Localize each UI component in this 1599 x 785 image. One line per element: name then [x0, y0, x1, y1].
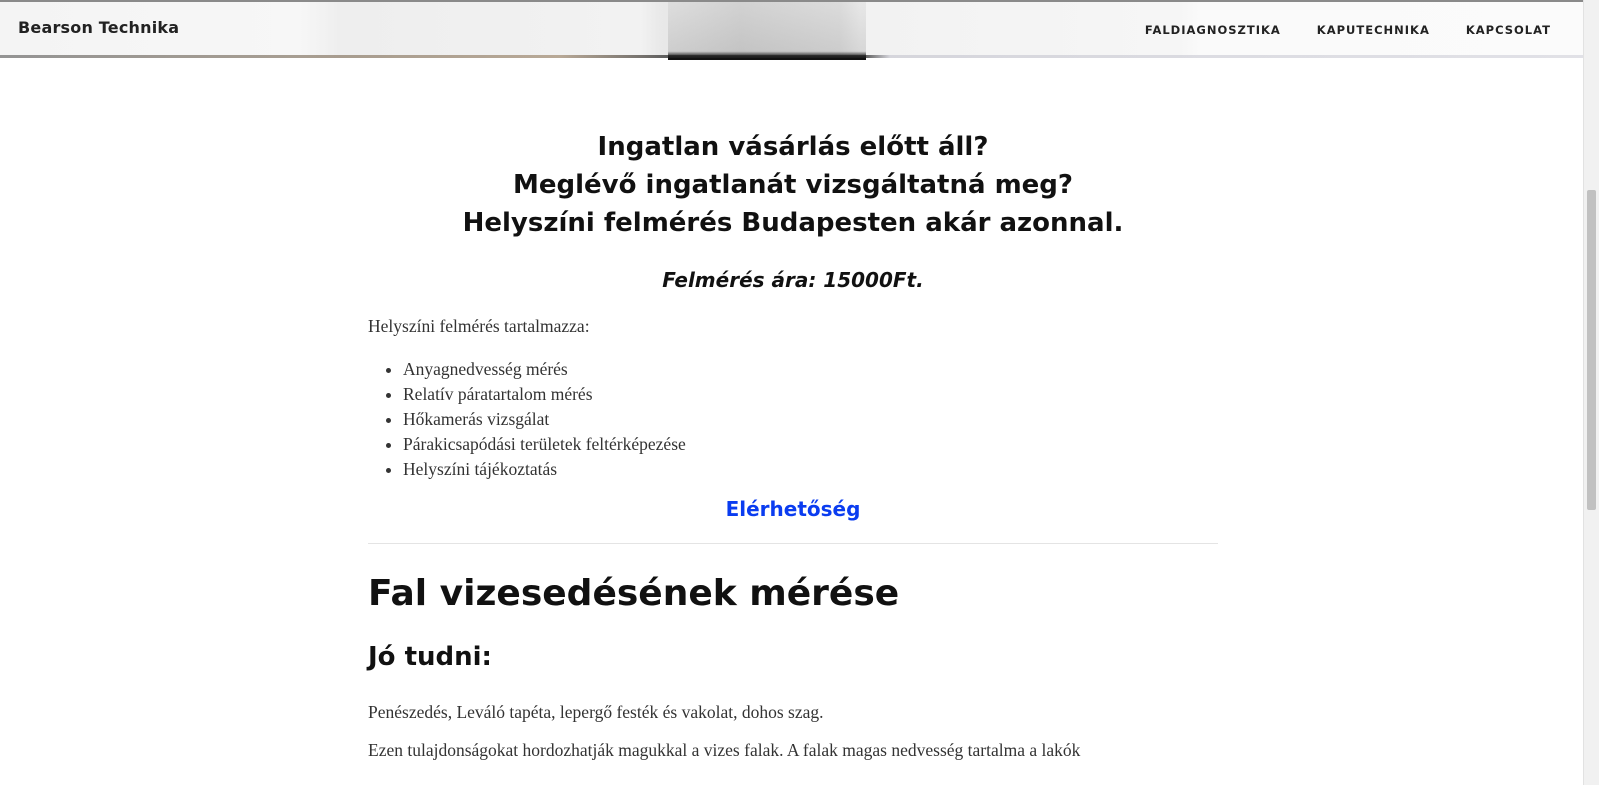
brand-logo-link[interactable]: Bearson Technika	[18, 18, 179, 37]
section-title: Fal vizesedésének mérése	[368, 573, 900, 614]
includes-label: Helyszíni felmérés tartalmazza:	[368, 316, 590, 336]
vertical-scrollbar[interactable]	[1583, 0, 1599, 785]
list-item: Helyszíni tájékoztatás	[403, 457, 1218, 482]
list-item: Hőkamerás vizsgálat	[403, 407, 1218, 432]
services-list: Anyagnedvesség mérés Relatív páratartalo…	[368, 357, 1218, 482]
intro-heading: Ingatlan vásárlás előtt áll? Meglévő ing…	[368, 128, 1218, 242]
list-item: Relatív páratartalom mérés	[403, 382, 1218, 407]
section-divider	[368, 543, 1218, 544]
body-paragraph: Ezen tulajdonságokat hordozhatják magukk…	[368, 740, 1081, 760]
list-item: Anyagnedvesség mérés	[403, 357, 1218, 382]
nav-link-kapcsolat[interactable]: KAPCSOLAT	[1466, 23, 1551, 37]
scrollbar-thumb[interactable]	[1587, 190, 1596, 510]
nav-link-kaputechnika[interactable]: KAPUTECHNIKA	[1317, 23, 1430, 37]
hero-image-strip	[668, 2, 866, 60]
price-text: Felmérés ára: 15000Ft.	[662, 268, 924, 292]
contact-link-wrapper: Elérhetőség	[368, 497, 1218, 521]
main-content: Ingatlan vásárlás előtt áll? Meglévő ing…	[368, 58, 1218, 763]
subsection-title: Jó tudni:	[368, 642, 492, 672]
intro-heading-line-3: Helyszíni felmérés Budapesten akár azonn…	[462, 208, 1124, 238]
contact-link[interactable]: Elérhetőség	[726, 497, 861, 521]
list-item: Párakicsapódási területek feltérképezése	[403, 432, 1218, 457]
nav-link-faldiagnosztika[interactable]: FALDIAGNOSZTIKA	[1145, 23, 1281, 37]
main-nav: FALDIAGNOSZTIKA KAPUTECHNIKA KAPCSOLAT	[1145, 23, 1551, 37]
page: Bearson Technika FALDIAGNOSZTIKA KAPUTEC…	[0, 0, 1599, 785]
intro-heading-line-2: Meglévő ingatlanát vizsgáltatná meg?	[513, 170, 1073, 200]
top-navbar: Bearson Technika FALDIAGNOSZTIKA KAPUTEC…	[0, 0, 1583, 60]
body-paragraph: Penészedés, Leváló tapéta, lepergő festé…	[368, 702, 824, 722]
intro-heading-line-1: Ingatlan vásárlás előtt áll?	[597, 132, 989, 162]
